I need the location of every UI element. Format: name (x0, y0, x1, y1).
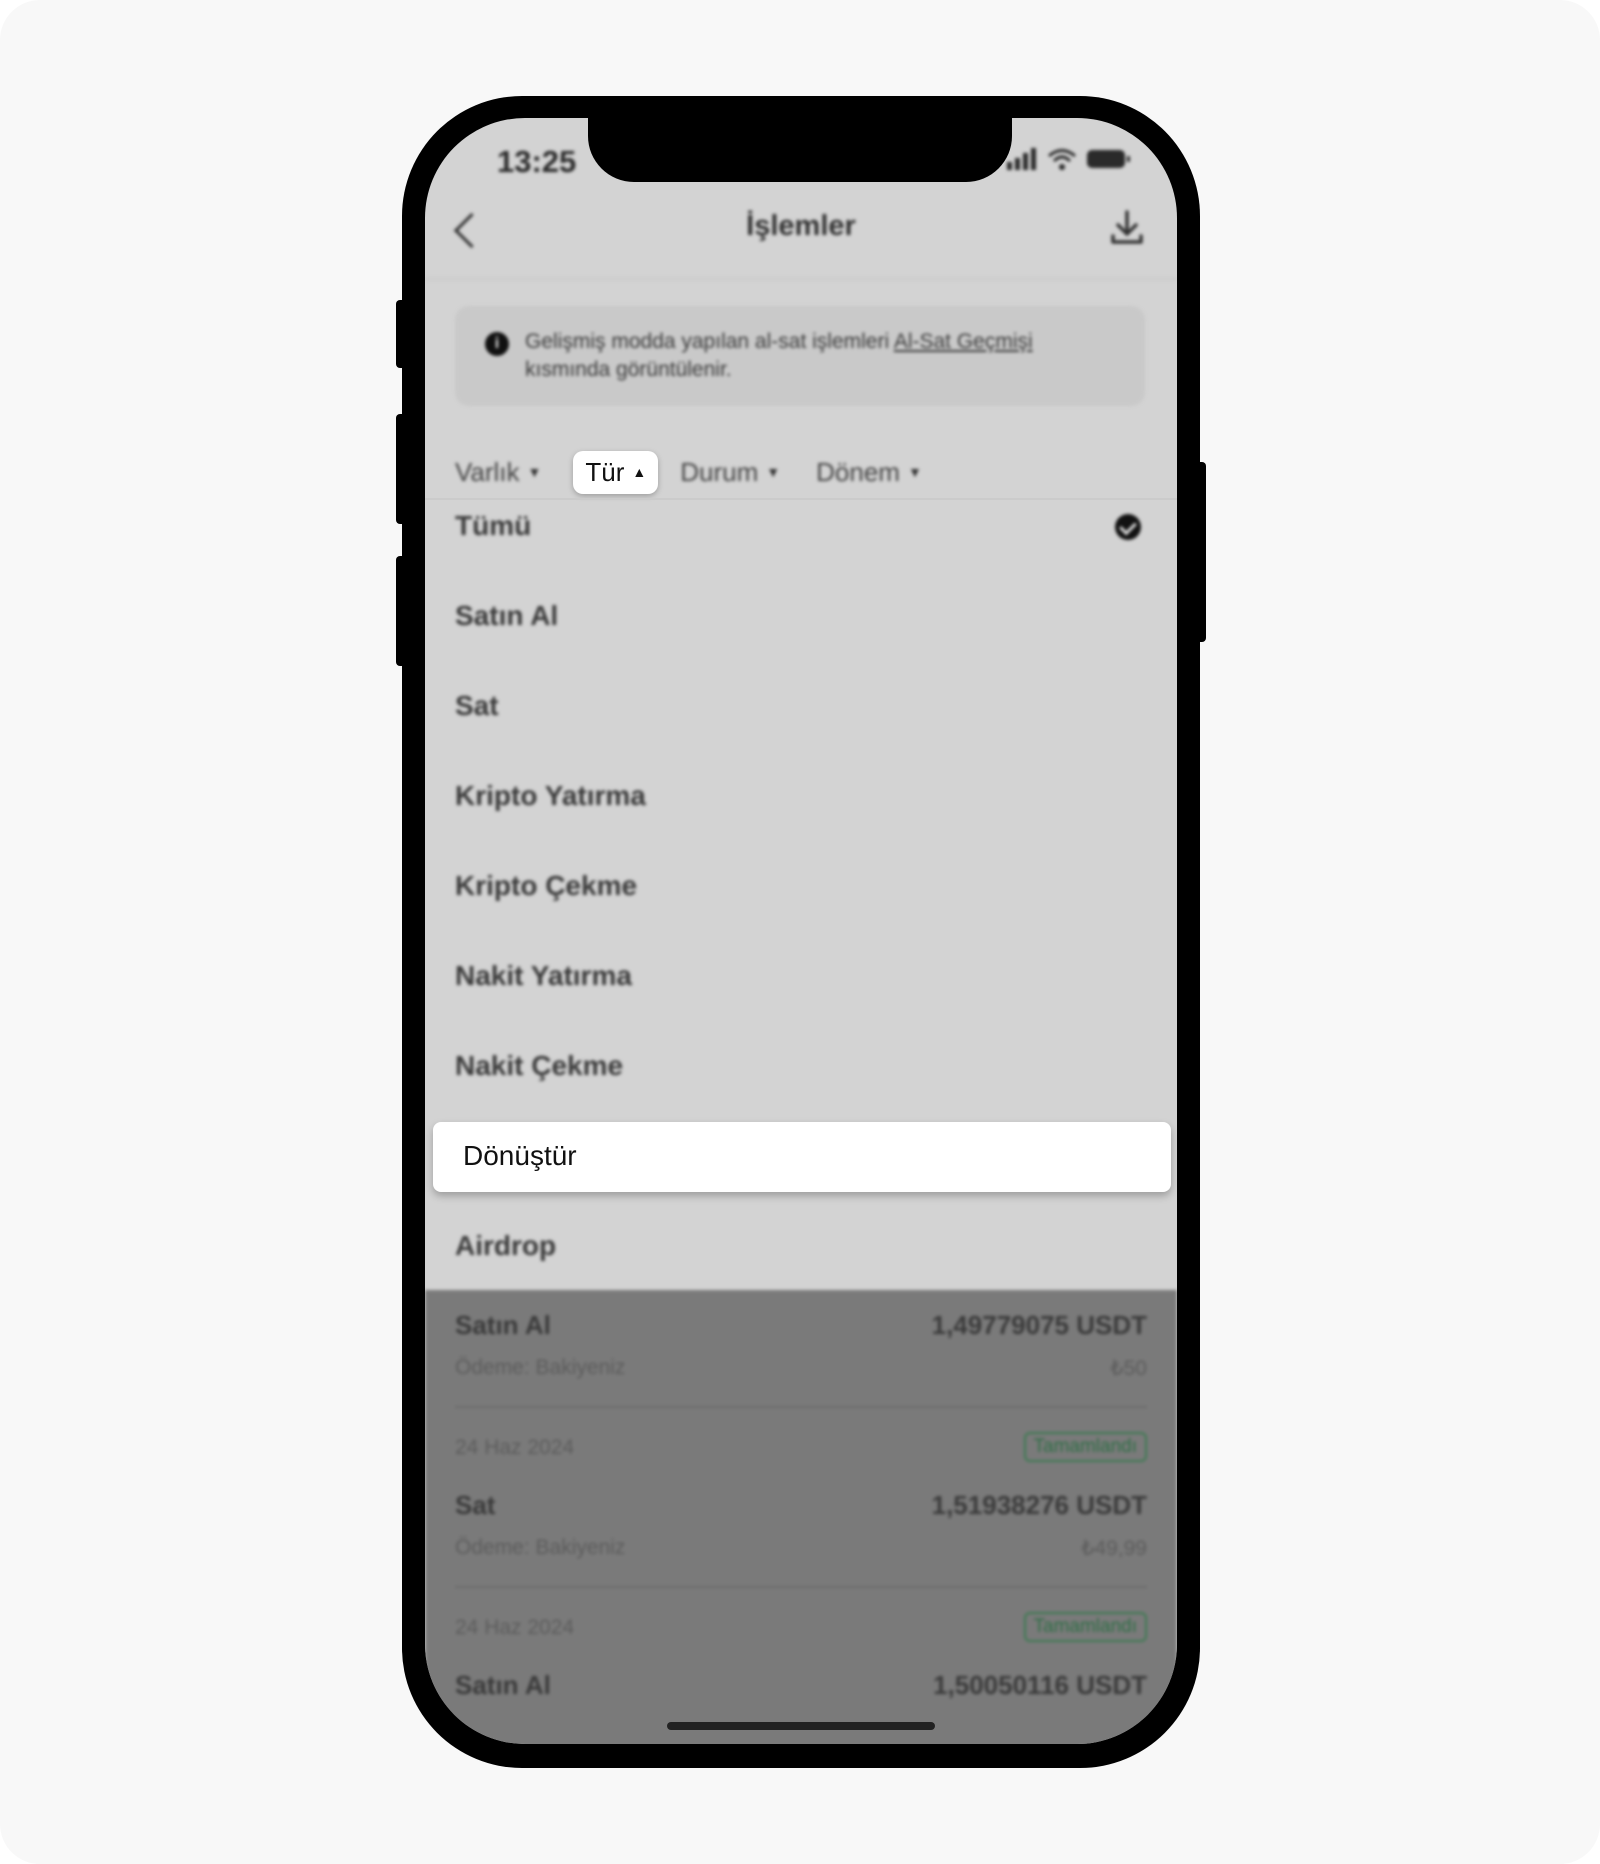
txn-amount: 1,49779075 USDT (931, 1310, 1147, 1340)
divider (455, 1406, 1147, 1408)
txn-date: 24 Haz 2024 (455, 1436, 575, 1459)
option-all[interactable]: Tümü (455, 510, 531, 542)
option-buy[interactable]: Satın Al (455, 600, 558, 632)
option-sell[interactable]: Sat (455, 690, 499, 722)
option-convert[interactable]: Dönüştür (433, 1122, 1171, 1192)
type-dropdown: Tümü Satın Al Sat Kripto Yatırma Kripto … (425, 118, 1177, 1290)
txn-type: Satın Al (455, 1670, 551, 1700)
option-crypto-deposit[interactable]: Kripto Yatırma (455, 780, 646, 812)
phone-notch (588, 96, 1012, 182)
phone-volume-down (396, 556, 406, 666)
txn-type: Satın Al (455, 1310, 551, 1340)
phone-power-button (1196, 462, 1206, 642)
option-cash-deposit[interactable]: Nakit Yatırma (455, 960, 632, 992)
txn-amount: 1,50050116 USDT (933, 1670, 1147, 1700)
transaction-list: Satın Al 1,49779075 USDT Ödeme: Bakiyeni… (425, 1290, 1177, 1744)
option-convert-label: Dönüştür (463, 1140, 577, 1171)
divider (455, 1586, 1147, 1588)
phone-mute-switch (396, 300, 406, 368)
txn-date: 24 Haz 2024 (455, 1616, 575, 1639)
txn-payment: Ödeme: Bakiyeniz (455, 1356, 626, 1379)
option-airdrop[interactable]: Airdrop (455, 1230, 556, 1262)
txn-fiat: ₺49,99 (1081, 1537, 1147, 1560)
status-badge: Tamamlandı (1023, 1432, 1147, 1462)
txn-type: Sat (455, 1490, 496, 1520)
status-badge: Tamamlandı (1023, 1612, 1147, 1642)
option-crypto-withdraw[interactable]: Kripto Çekme (455, 870, 637, 902)
option-cash-withdraw[interactable]: Nakit Çekme (455, 1050, 623, 1082)
txn-fiat: ₺50 (1110, 1357, 1147, 1380)
phone-screen: 13:25 İşlemler i Gelişmiş modda yapılan … (425, 118, 1177, 1744)
txn-amount: 1,51938276 USDT (931, 1490, 1147, 1520)
checkmark-icon (1115, 514, 1141, 540)
home-indicator (667, 1722, 935, 1730)
txn-payment: Ödeme: Bakiyeniz (455, 1536, 626, 1559)
phone-volume-up (396, 414, 406, 524)
